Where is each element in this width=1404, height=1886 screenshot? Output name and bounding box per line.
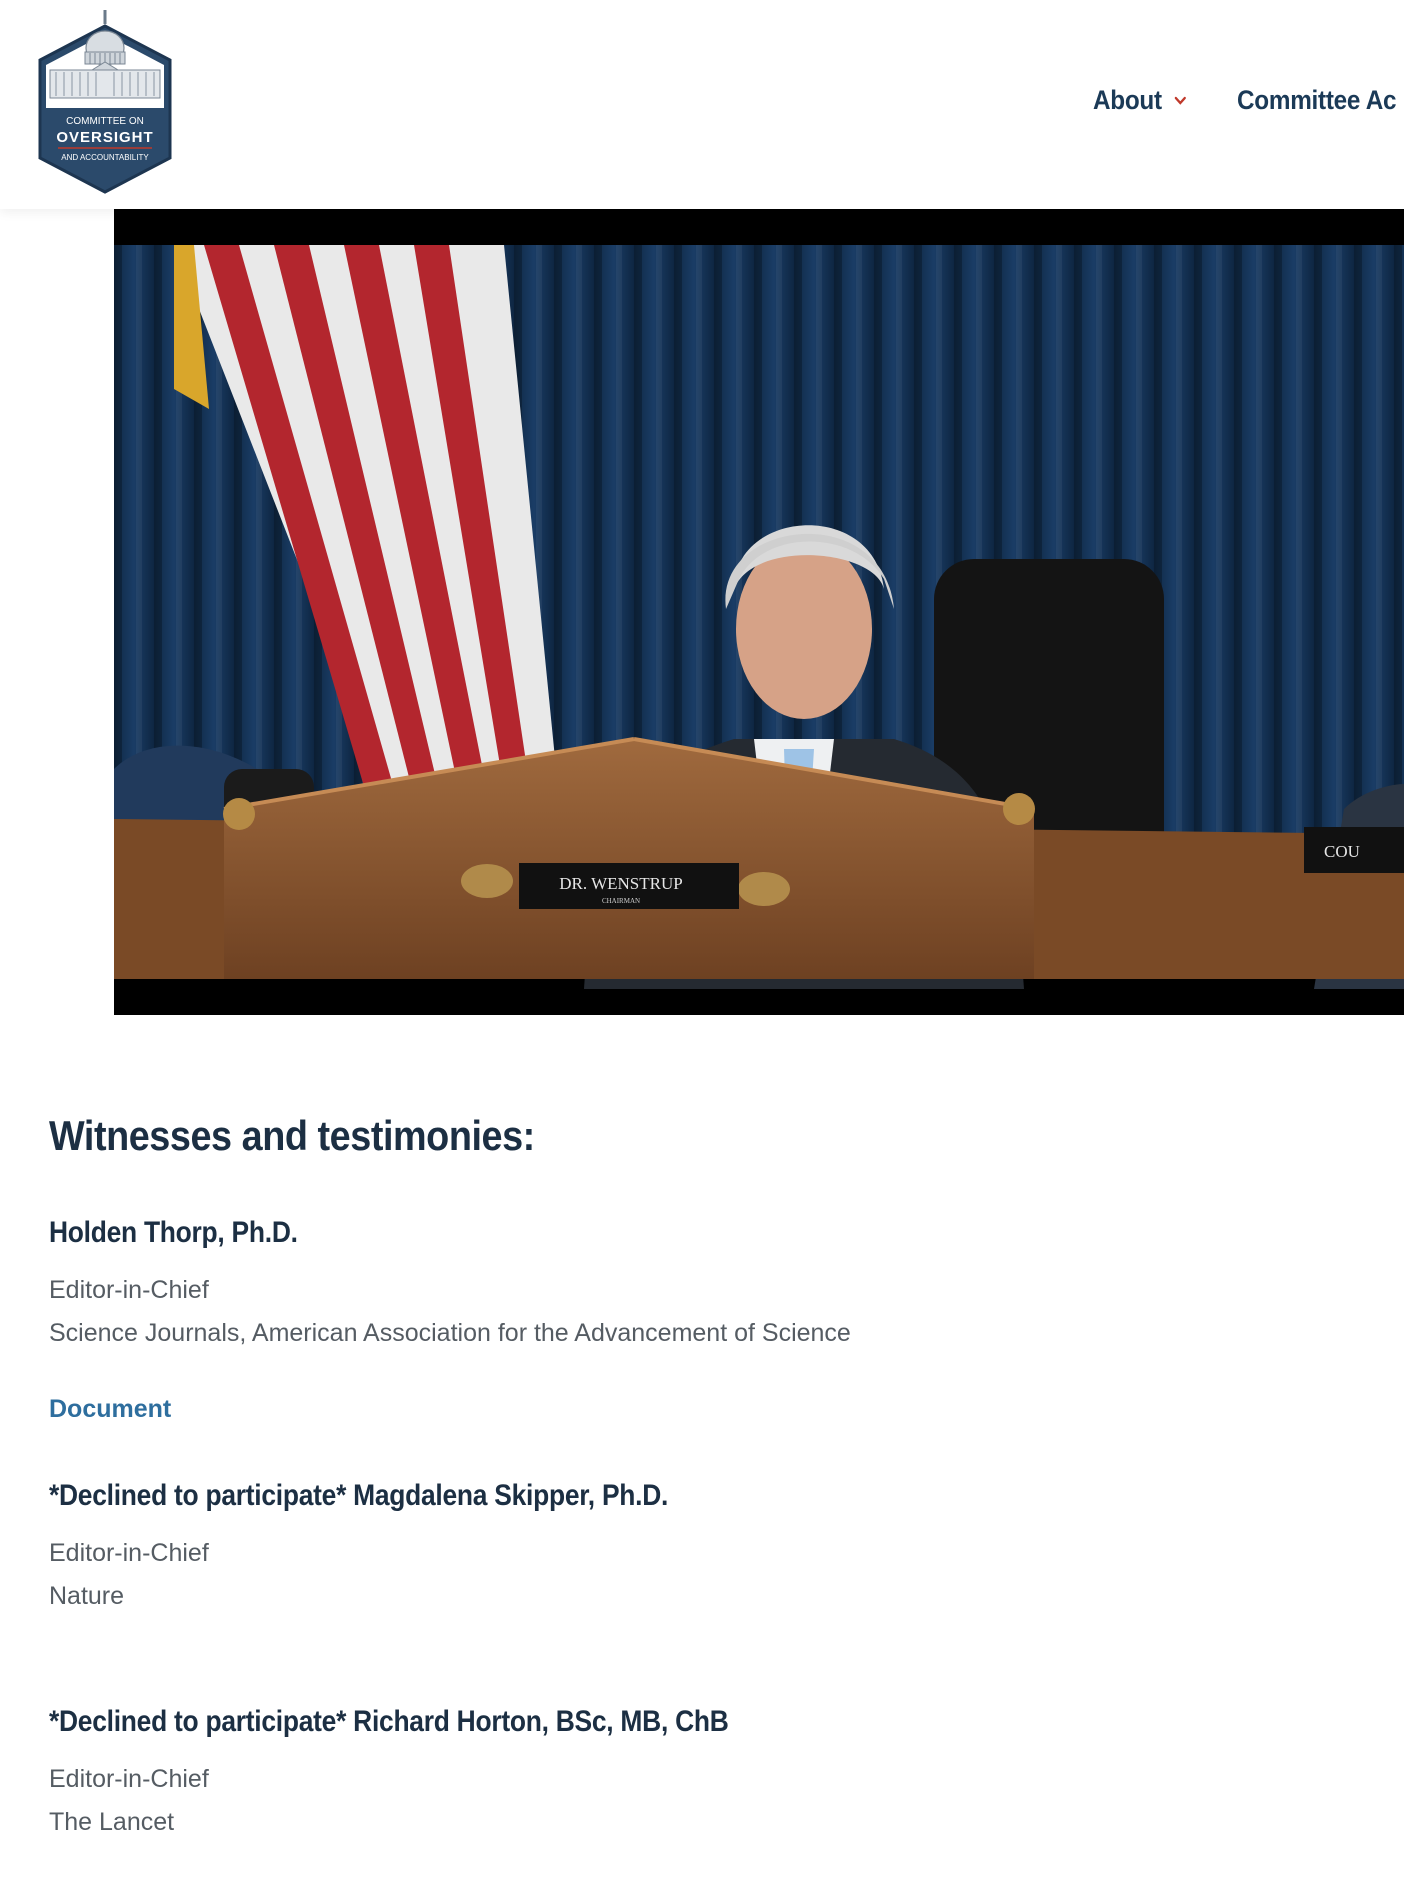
svg-text:COMMITTEE ON: COMMITTEE ON [66, 116, 144, 127]
witness-name: *Declined to participate* Richard Horton… [49, 1705, 729, 1738]
witness-organization: Science Journals, American Association f… [49, 1319, 851, 1347]
site-header: COMMITTEE ON OVERSIGHT AND ACCOUNTABILIT… [0, 0, 1404, 209]
svg-text:CHAIRMAN: CHAIRMAN [602, 897, 640, 905]
witness-organization: Nature [49, 1582, 125, 1610]
witness-name: *Declined to participate* Magdalena Skip… [49, 1479, 669, 1512]
nameplate-right: COU [1304, 827, 1404, 873]
witness-horton: *Declined to participate* Richard Horton… [49, 1702, 1349, 1844]
svg-text:AND ACCOUNTABILITY: AND ACCOUNTABILITY [61, 153, 149, 162]
witnesses-title: Witnesses and testimonies: [49, 1112, 535, 1159]
svg-text:DR. WENSTRUP: DR. WENSTRUP [559, 874, 682, 893]
witness-role: Editor-in-Chief [49, 1539, 209, 1567]
svg-text:COU: COU [1324, 842, 1360, 861]
chevron-down-icon [1175, 96, 1187, 105]
nav-committee-activity[interactable]: Committee Ac [1237, 85, 1397, 116]
witness-name: Holden Thorp, Ph.D. [49, 1216, 298, 1249]
nav-about[interactable]: About [1093, 85, 1187, 116]
witness-organization: The Lancet [49, 1808, 175, 1836]
witness-role: Editor-in-Chief [49, 1765, 209, 1793]
witness-document-link[interactable]: Document [49, 1395, 171, 1424]
nav-about-label: About [1093, 85, 1162, 115]
committee-logo[interactable]: COMMITTEE ON OVERSIGHT AND ACCOUNTABILIT… [30, 8, 180, 194]
witness-skipper: *Declined to participate* Magdalena Skip… [49, 1476, 1349, 1618]
witness-thorp: Holden Thorp, Ph.D. Editor-in-Chief Scie… [49, 1213, 1349, 1424]
witnesses-section: Witnesses and testimonies: Holden Thorp,… [49, 1110, 1349, 1844]
hearing-video-player[interactable]: DR. WENSTRUP CHAIRMAN COU [114, 209, 1404, 1015]
nav-committee-label: Committee Ac [1237, 85, 1397, 115]
main-nav: About Committee Ac [1093, 85, 1404, 116]
witness-role: Editor-in-Chief [49, 1276, 209, 1304]
hearing-video-frame: DR. WENSTRUP CHAIRMAN COU [114, 245, 1404, 989]
svg-text:OVERSIGHT: OVERSIGHT [56, 129, 153, 146]
